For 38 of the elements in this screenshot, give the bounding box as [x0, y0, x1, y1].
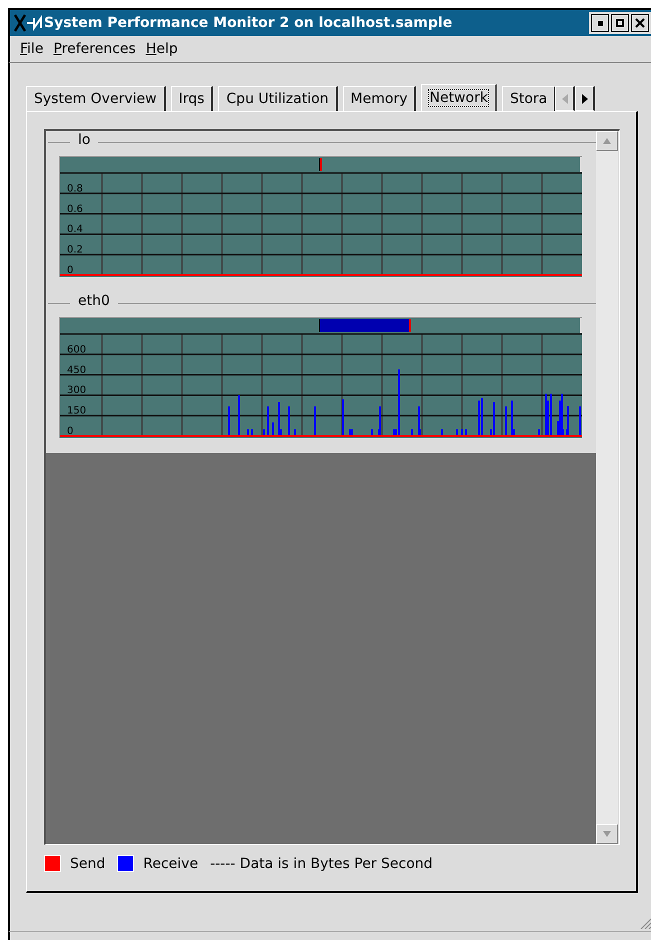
left-arrow-icon — [562, 94, 568, 104]
legend-note: ----- Data is in Bytes Per Second — [210, 856, 433, 872]
tab[interactable]: System Overview — [26, 86, 166, 111]
axis-label: 300 — [67, 385, 86, 396]
vertical-scrollbar[interactable] — [596, 131, 618, 844]
scroll-left-button[interactable] — [555, 86, 576, 111]
axis-label: 0.2 — [67, 244, 83, 256]
close-icon — [635, 18, 645, 28]
tab[interactable]: Network — [421, 84, 497, 111]
right-arrow-icon — [582, 94, 588, 104]
menu-item[interactable]: Help — [146, 41, 178, 57]
tab[interactable]: Memory — [342, 86, 416, 111]
axis-label: 600 — [67, 344, 86, 356]
tab[interactable]: Stora — [502, 86, 556, 111]
legend-label: Receive — [143, 856, 198, 872]
axis-label: 450 — [67, 364, 86, 376]
axis-label: 0 — [67, 426, 74, 437]
down-arrow-icon — [603, 831, 611, 837]
minimize-button[interactable] — [591, 14, 609, 32]
up-arrow-icon — [603, 138, 611, 144]
scroll-up-button[interactable] — [596, 131, 618, 151]
close-button[interactable] — [631, 14, 649, 32]
axis-label: 0 — [67, 265, 74, 276]
axis-label: 0.8 — [67, 183, 83, 194]
scroll-down-button[interactable] — [596, 824, 618, 844]
x-logo-icon — [14, 14, 42, 32]
tab[interactable]: Irqs — [170, 86, 214, 111]
axis-label: 0.6 — [67, 204, 83, 215]
axis-label: 150 — [67, 406, 86, 417]
tab[interactable]: Cpu Utilization — [218, 86, 338, 111]
menu-item[interactable]: File — [20, 41, 44, 57]
scroll-right-button[interactable] — [575, 86, 596, 111]
maximize-button[interactable] — [611, 14, 629, 32]
menu-item[interactable]: Preferences — [53, 41, 136, 57]
resize-grip-icon[interactable] — [639, 917, 651, 929]
legend-label: Send — [70, 856, 106, 872]
axis-label: 0.4 — [67, 224, 83, 236]
window-title: System Performance Monitor 2 on localhost.sample — [44, 15, 454, 31]
